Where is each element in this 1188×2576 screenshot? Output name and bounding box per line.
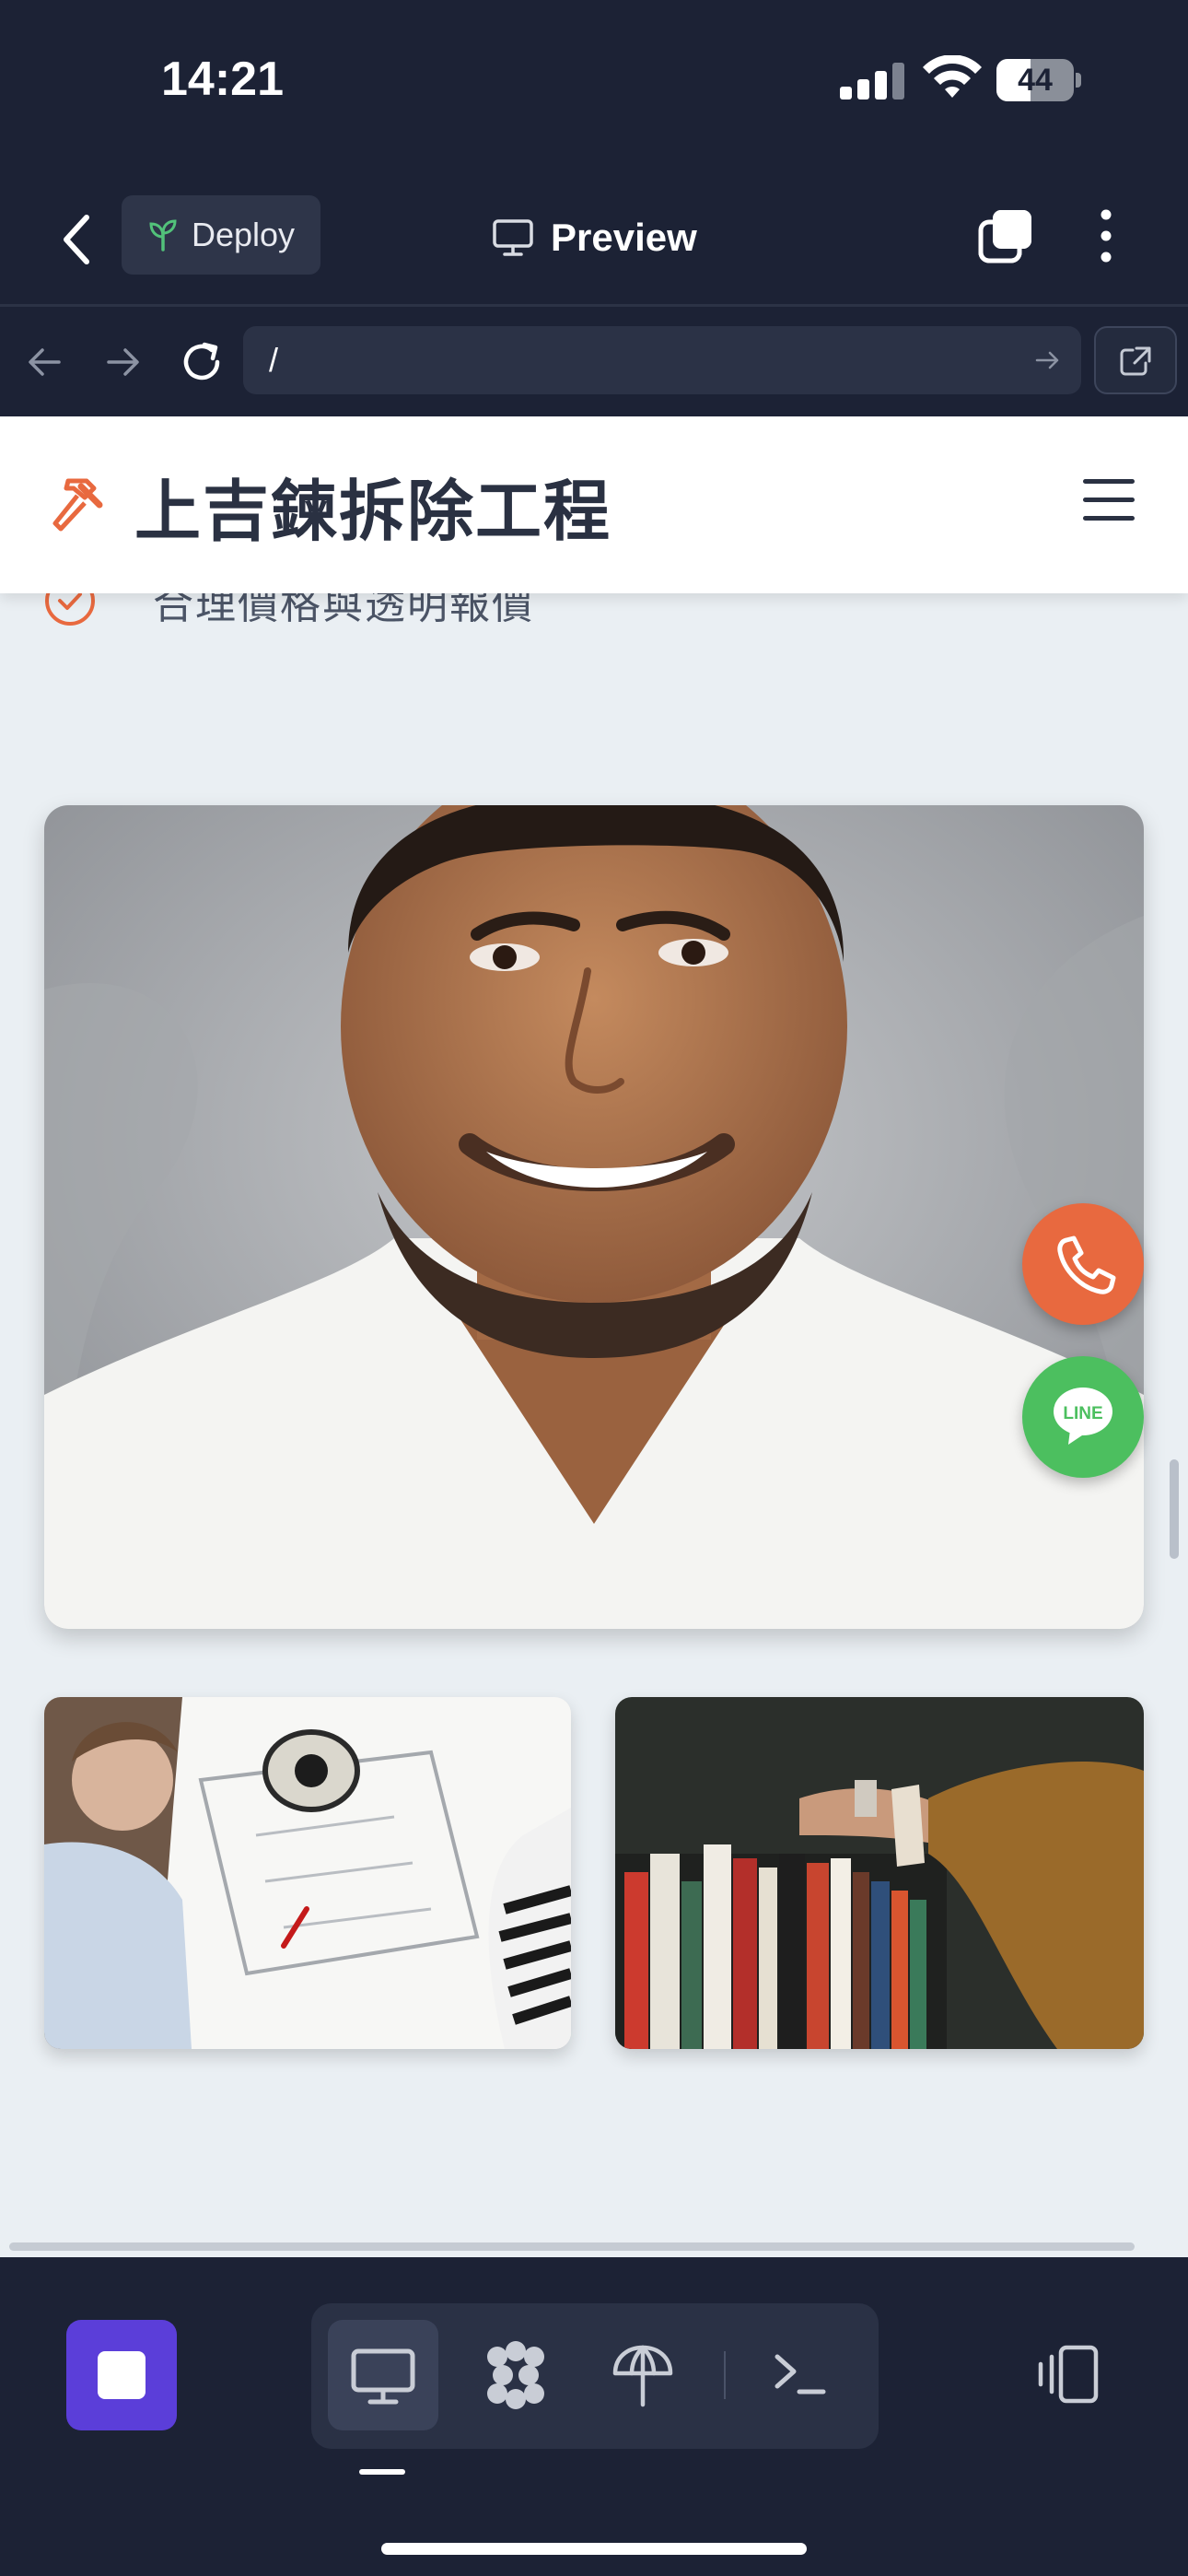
- deploy-umbrella-icon: [612, 2345, 673, 2407]
- go-arrow-icon[interactable]: [1031, 345, 1063, 376]
- hamburger-menu-icon[interactable]: [1083, 479, 1135, 521]
- chevron-left-icon[interactable]: [52, 205, 103, 275]
- vertical-scrollbar[interactable]: [1170, 1459, 1179, 1559]
- battery-percent: 44: [1018, 63, 1053, 98]
- switcher-divider: [724, 2351, 726, 2399]
- status-bar: 14:21 44: [0, 0, 1188, 166]
- site-name[interactable]: 上吉鍊拆除工程: [134, 457, 611, 554]
- devices-icon[interactable]: [1031, 2342, 1101, 2406]
- site-header: 上吉鍊拆除工程: [0, 416, 1188, 593]
- bottom-toolbar: [0, 2263, 1188, 2576]
- preview-label: Preview: [551, 216, 697, 259]
- preview-title: Preview: [492, 203, 697, 273]
- header-divider: [0, 304, 1188, 307]
- reload-icon[interactable]: [169, 330, 234, 394]
- wifi-icon: [923, 55, 982, 98]
- tab-plugins[interactable]: [460, 2320, 571, 2430]
- horizontal-scrollbar[interactable]: [9, 2242, 1135, 2251]
- battery-icon: 44: [996, 59, 1081, 101]
- sprout-icon: [149, 219, 177, 252]
- plugins-icon: [487, 2341, 544, 2409]
- bookshelf-photo: [615, 1697, 1144, 2049]
- tabs-icon[interactable]: [976, 206, 1035, 265]
- tab-preview[interactable]: [328, 2320, 438, 2430]
- stop-icon: [98, 2351, 146, 2399]
- status-time: 14:21: [161, 53, 284, 106]
- design-planning-photo: [44, 1697, 571, 2049]
- app-header: Deploy Preview: [0, 175, 1188, 304]
- phone-icon: [1057, 1235, 1116, 1294]
- line-label: LINE: [1063, 1404, 1102, 1423]
- terminal-icon: [775, 2354, 826, 2395]
- call-button[interactable]: [1022, 1203, 1144, 1325]
- line-chat-button[interactable]: LINE: [1022, 1356, 1144, 1478]
- tab-deploy[interactable]: [588, 2320, 698, 2430]
- arrow-right-icon[interactable]: [90, 330, 155, 394]
- url-text: /: [269, 341, 279, 379]
- team-portrait-photo: [44, 805, 1144, 1629]
- monitor-icon: [351, 2348, 415, 2405]
- cellular-signal-icon: [840, 61, 904, 100]
- active-tab-indicator: [359, 2469, 405, 2475]
- arrow-left-icon[interactable]: [13, 330, 77, 394]
- monitor-icon: [493, 219, 533, 256]
- stop-button[interactable]: [66, 2320, 177, 2430]
- deploy-button[interactable]: Deploy: [122, 195, 320, 275]
- view-switcher: [311, 2303, 879, 2449]
- open-external-button[interactable]: [1094, 326, 1177, 394]
- home-indicator[interactable]: [381, 2543, 807, 2555]
- deploy-label: Deploy: [192, 216, 296, 253]
- more-vertical-icon[interactable]: [1087, 206, 1125, 265]
- external-link-icon: [1120, 346, 1151, 376]
- tab-terminal[interactable]: [746, 2320, 856, 2430]
- preview-viewport[interactable]: 上吉鍊拆除工程 合理價格與透明報價 LINE: [0, 416, 1188, 2257]
- line-chat-icon: LINE: [1054, 1388, 1112, 1445]
- url-bar-row: /: [0, 308, 1188, 416]
- url-input[interactable]: /: [243, 326, 1081, 394]
- hammer-icon: [52, 478, 103, 532]
